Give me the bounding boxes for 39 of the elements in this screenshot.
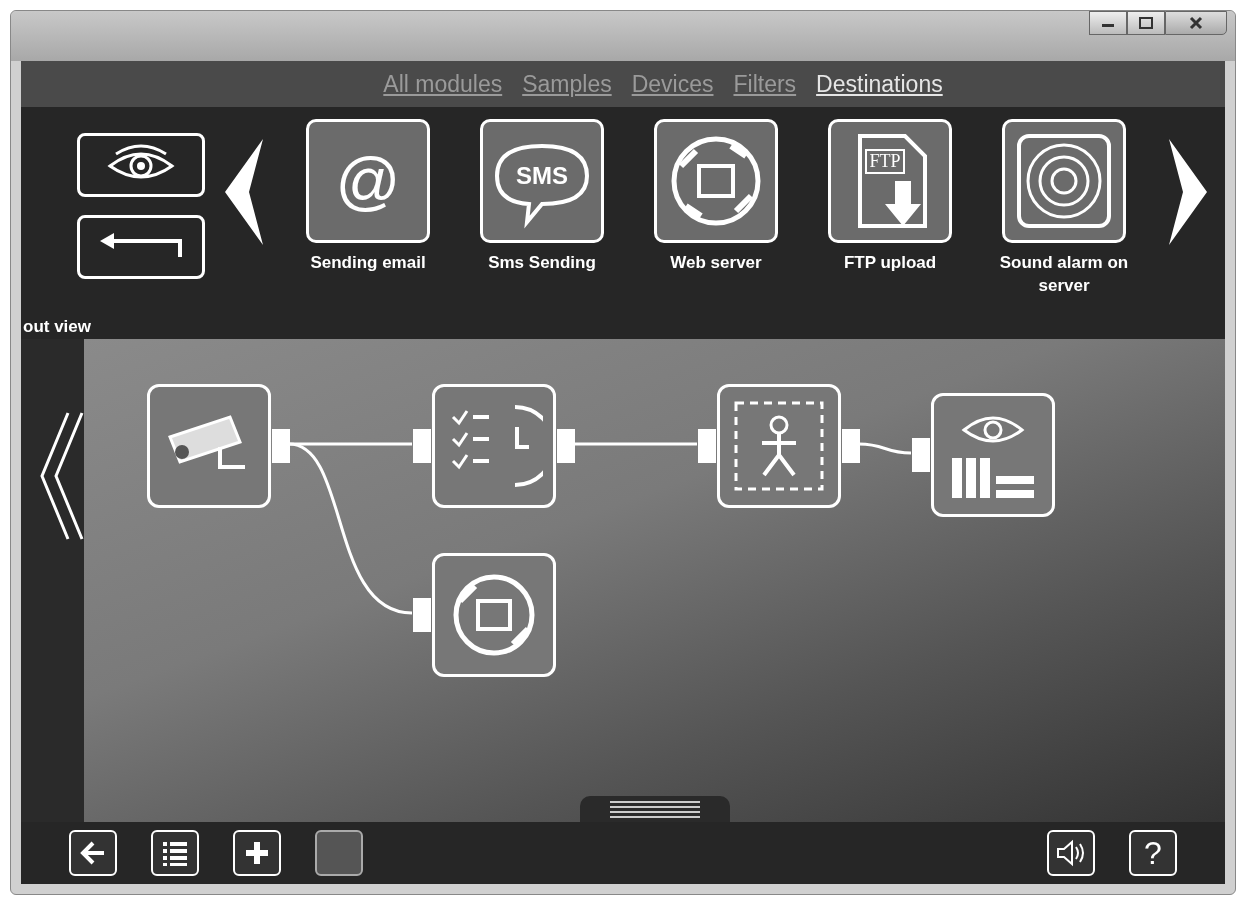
module-label: Sending email: [310, 252, 426, 274]
module-glyph: SMS: [516, 162, 568, 190]
help-button[interactable]: ?: [1129, 830, 1177, 876]
empty-button[interactable]: [315, 830, 363, 876]
module-label: Sms Sending: [488, 252, 596, 274]
close-icon: [1188, 16, 1204, 30]
module-tile[interactable]: FTP: [828, 119, 952, 243]
back-arrow-button[interactable]: [69, 830, 117, 876]
input-port[interactable]: [413, 429, 431, 463]
module-glyph: @: [335, 149, 401, 213]
category-tab[interactable]: Samples: [522, 70, 612, 98]
module-label: Sound alarm on server: [998, 252, 1130, 297]
drawer-handle[interactable]: [579, 796, 730, 822]
view-label: out view: [23, 317, 91, 337]
back-button[interactable]: [77, 215, 205, 279]
category-tab[interactable]: All modules: [383, 70, 503, 98]
module-tile[interactable]: SMS: [480, 119, 604, 243]
maximize-icon: [1138, 16, 1154, 30]
input-port[interactable]: [413, 598, 431, 632]
minimize-button[interactable]: [1089, 11, 1127, 35]
list-button[interactable]: [151, 830, 199, 876]
view-button[interactable]: [77, 133, 205, 197]
category-tab[interactable]: Destinations: [816, 70, 943, 98]
input-port[interactable]: [912, 438, 930, 472]
module-tile[interactable]: [1002, 119, 1126, 243]
connector-line: [858, 442, 912, 455]
category-tab[interactable]: Filters: [733, 70, 797, 98]
module-label: Web server: [670, 252, 762, 274]
maximize-button[interactable]: [1127, 11, 1165, 35]
module-tile[interactable]: @: [306, 119, 430, 243]
double-chevron-icon[interactable]: [38, 411, 84, 541]
sound-button[interactable]: [1047, 830, 1095, 876]
category-tab[interactable]: Devices: [631, 70, 714, 98]
module-label: FTP upload: [843, 252, 937, 274]
close-button[interactable]: [1165, 11, 1227, 35]
module-glyph: FTP: [865, 148, 905, 174]
module-tile[interactable]: [654, 119, 778, 243]
input-port[interactable]: [698, 429, 716, 463]
add-button[interactable]: [233, 830, 281, 876]
